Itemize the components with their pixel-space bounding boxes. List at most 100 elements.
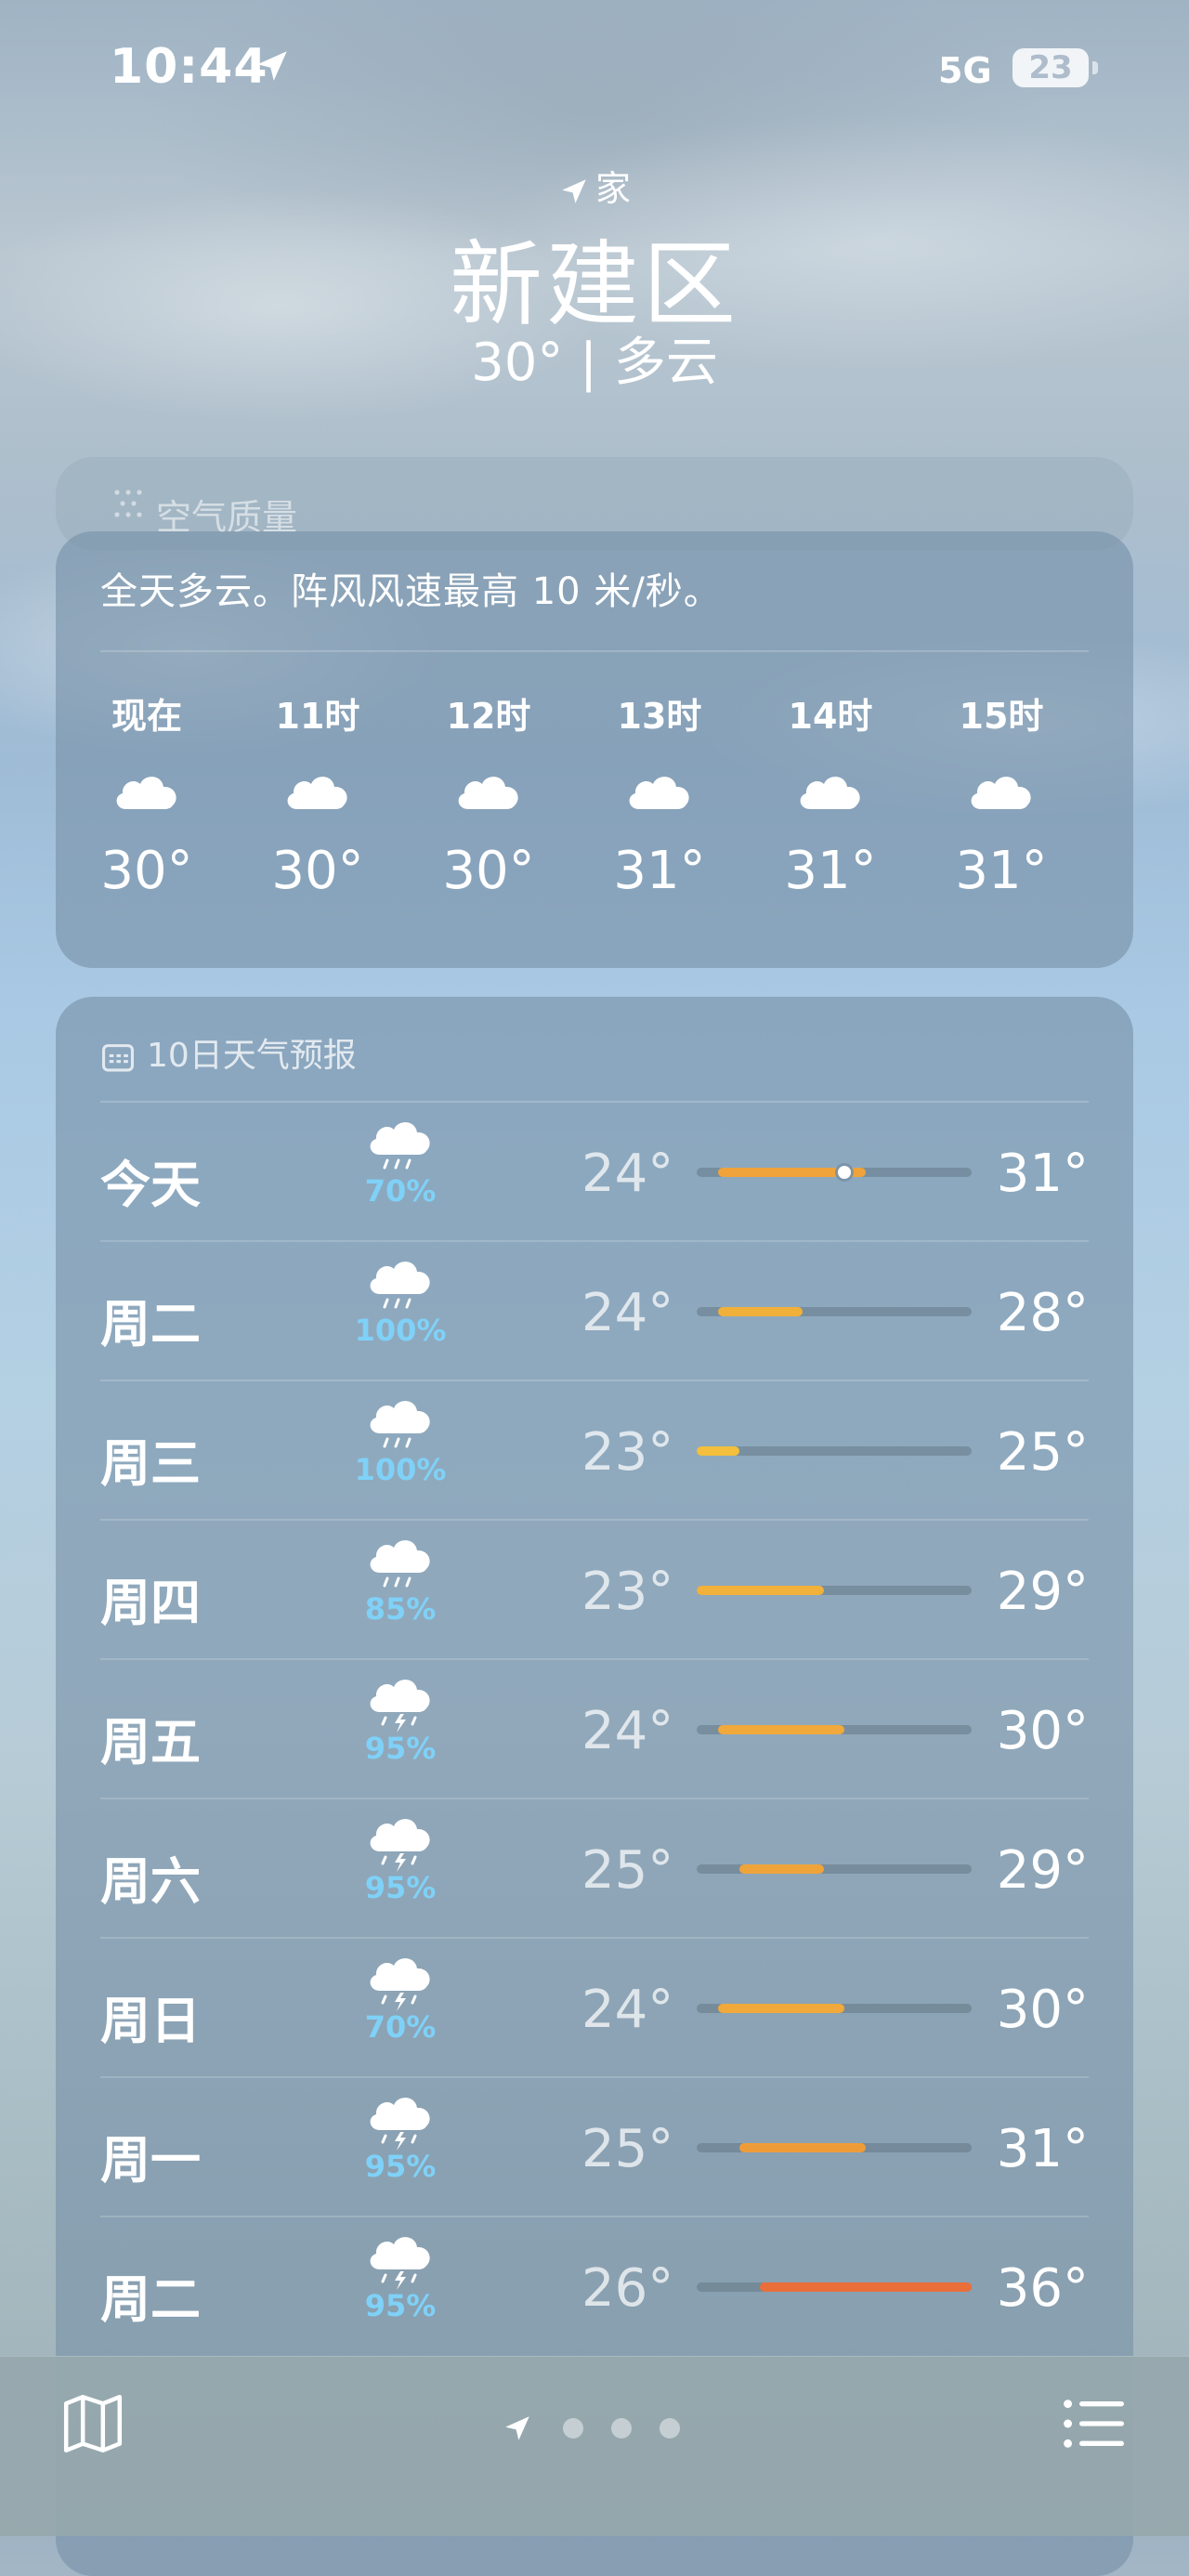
precip-chance: 100% bbox=[354, 1313, 447, 1348]
cloud-icon bbox=[451, 766, 526, 822]
forecast-row[interactable]: 周六 95% 25° 29° bbox=[100, 1799, 1089, 1939]
hourly-item: 现在 30° bbox=[82, 687, 212, 901]
cloud-rain-icon: 100% bbox=[349, 1255, 451, 1348]
low-temp: 25° bbox=[581, 2119, 674, 2179]
cloud-bolt-icon: 95% bbox=[349, 2091, 451, 2184]
precip-chance: 95% bbox=[364, 2149, 437, 2184]
hour-temp: 30° bbox=[271, 841, 364, 901]
hour-temp: 30° bbox=[442, 841, 535, 901]
high-temp: 31° bbox=[996, 1144, 1089, 1204]
forecast-row[interactable]: 周三 100% 23° 25° bbox=[100, 1381, 1089, 1521]
low-temp: 23° bbox=[581, 1562, 674, 1622]
cloud-icon bbox=[793, 766, 868, 822]
temp-range-fill bbox=[760, 2282, 972, 2292]
day-label: 周二 bbox=[100, 2270, 201, 2329]
hour-label: 13时 bbox=[617, 696, 702, 737]
day-label: 周日 bbox=[100, 1992, 201, 2050]
page-dot[interactable] bbox=[660, 2418, 680, 2439]
day-label: 周三 bbox=[100, 1434, 201, 1493]
temp-range-bar bbox=[697, 1307, 972, 1316]
day-label: 周六 bbox=[100, 1852, 201, 1911]
hourly-item: 12时 30° bbox=[424, 687, 554, 901]
precip-chance: 95% bbox=[364, 1870, 437, 1905]
forecast-row[interactable]: 周日 70% 24° 30° bbox=[100, 1939, 1089, 2078]
temp-range-bar bbox=[697, 1586, 972, 1595]
day-label: 周二 bbox=[100, 1295, 201, 1353]
hourly-item: 14时 31° bbox=[765, 687, 895, 901]
list-icon[interactable] bbox=[1061, 2394, 1128, 2453]
day-label: 周四 bbox=[100, 1574, 201, 1632]
page-dot[interactable] bbox=[611, 2418, 632, 2439]
forecast-row[interactable]: 周二 95% 26° 36° bbox=[100, 2217, 1089, 2357]
ten-day-forecast-card[interactable]: 10日天气预报 今天 70% 24° 31° 周二 100% 24° 28° 周三 100% 23°… bbox=[56, 997, 1133, 2576]
high-temp: 25° bbox=[996, 1422, 1089, 1483]
hourly-item: 11时 30° bbox=[253, 687, 383, 901]
cloud-icon bbox=[964, 766, 1039, 822]
cloud-rain-icon: 100% bbox=[349, 1394, 451, 1487]
current-condition: 30° | 多云 bbox=[471, 333, 718, 393]
cloud-rain-icon: 70% bbox=[349, 1116, 451, 1209]
low-temp: 24° bbox=[581, 1980, 674, 2040]
cloud-icon bbox=[110, 766, 184, 822]
cloud-icon bbox=[622, 766, 697, 822]
precip-chance: 70% bbox=[364, 2009, 437, 2045]
precip-chance: 95% bbox=[364, 1731, 437, 1766]
air-quality-icon bbox=[114, 490, 142, 517]
low-temp: 24° bbox=[581, 1701, 674, 1761]
temp-range-bar bbox=[697, 1725, 972, 1734]
high-temp: 36° bbox=[996, 2258, 1089, 2319]
hourly-summary: 全天多云。阵风风速最高 10 米/秒。 bbox=[100, 570, 722, 613]
forecast-row[interactable]: 周一 95% 25° 31° bbox=[100, 2078, 1089, 2217]
battery-tip bbox=[1092, 61, 1098, 74]
hour-label: 15时 bbox=[959, 696, 1044, 737]
temp-range-fill bbox=[738, 1864, 824, 1874]
temp-range-fill bbox=[717, 2004, 845, 2013]
calendar-icon bbox=[102, 1044, 134, 1072]
hourly-forecast-card[interactable]: 全天多云。阵风风速最高 10 米/秒。 现在 30° 11时 30° 12时 30° 13时… bbox=[56, 531, 1133, 968]
high-temp: 31° bbox=[996, 2119, 1089, 2179]
hour-label: 现在 bbox=[111, 696, 182, 737]
hour-temp: 30° bbox=[100, 841, 193, 901]
hourly-item: 15时 31° bbox=[936, 687, 1066, 901]
forecast-row[interactable]: 周四 85% 23° 29° bbox=[100, 1521, 1089, 1660]
page-dot[interactable] bbox=[563, 2418, 583, 2439]
day-label: 今天 bbox=[100, 1156, 201, 1214]
hour-label: 14时 bbox=[788, 696, 873, 737]
hour-temp: 31° bbox=[613, 841, 706, 901]
low-temp: 24° bbox=[581, 1283, 674, 1343]
temp-range-bar bbox=[697, 2282, 972, 2292]
forecast-row[interactable]: 周五 95% 24° 30° bbox=[100, 1660, 1089, 1799]
low-temp: 26° bbox=[581, 2258, 674, 2319]
cloud-bolt-icon: 95% bbox=[349, 1812, 451, 1905]
temp-range-bar bbox=[697, 1446, 972, 1456]
precip-chance: 100% bbox=[354, 1452, 447, 1487]
forecast-row[interactable]: 周二 100% 24° 28° bbox=[100, 1242, 1089, 1381]
forecast-row[interactable]: 今天 70% 24° 31° bbox=[100, 1103, 1089, 1242]
precip-chance: 70% bbox=[364, 1173, 437, 1209]
network-type: 5G bbox=[938, 50, 992, 91]
temp-range-bar bbox=[697, 1864, 972, 1874]
temp-range-fill bbox=[738, 2143, 867, 2152]
status-time: 10:44 bbox=[110, 39, 268, 95]
low-temp: 24° bbox=[581, 1144, 674, 1204]
hour-label: 11时 bbox=[275, 696, 360, 737]
cloud-bolt-icon: 70% bbox=[349, 1952, 451, 2045]
location-services-icon bbox=[257, 51, 287, 81]
temp-range-bar bbox=[697, 2004, 972, 2013]
ten-day-header: 10日天气预报 bbox=[100, 1028, 357, 1077]
location-tag: 家 bbox=[0, 160, 1189, 211]
low-temp: 25° bbox=[581, 1840, 674, 1901]
map-icon[interactable] bbox=[59, 2390, 126, 2457]
high-temp: 29° bbox=[996, 1840, 1089, 1901]
hour-temp: 31° bbox=[784, 841, 877, 901]
high-temp: 30° bbox=[996, 1701, 1089, 1761]
cloud-bolt-icon: 95% bbox=[349, 1673, 451, 1766]
divider bbox=[100, 650, 1089, 652]
high-temp: 29° bbox=[996, 1562, 1089, 1622]
bottom-toolbar bbox=[0, 2356, 1189, 2536]
day-label: 周五 bbox=[100, 1713, 201, 1772]
precip-chance: 95% bbox=[364, 2288, 437, 2323]
cloud-icon bbox=[281, 766, 355, 822]
temp-range-fill bbox=[717, 1307, 803, 1316]
low-temp: 23° bbox=[581, 1422, 674, 1483]
